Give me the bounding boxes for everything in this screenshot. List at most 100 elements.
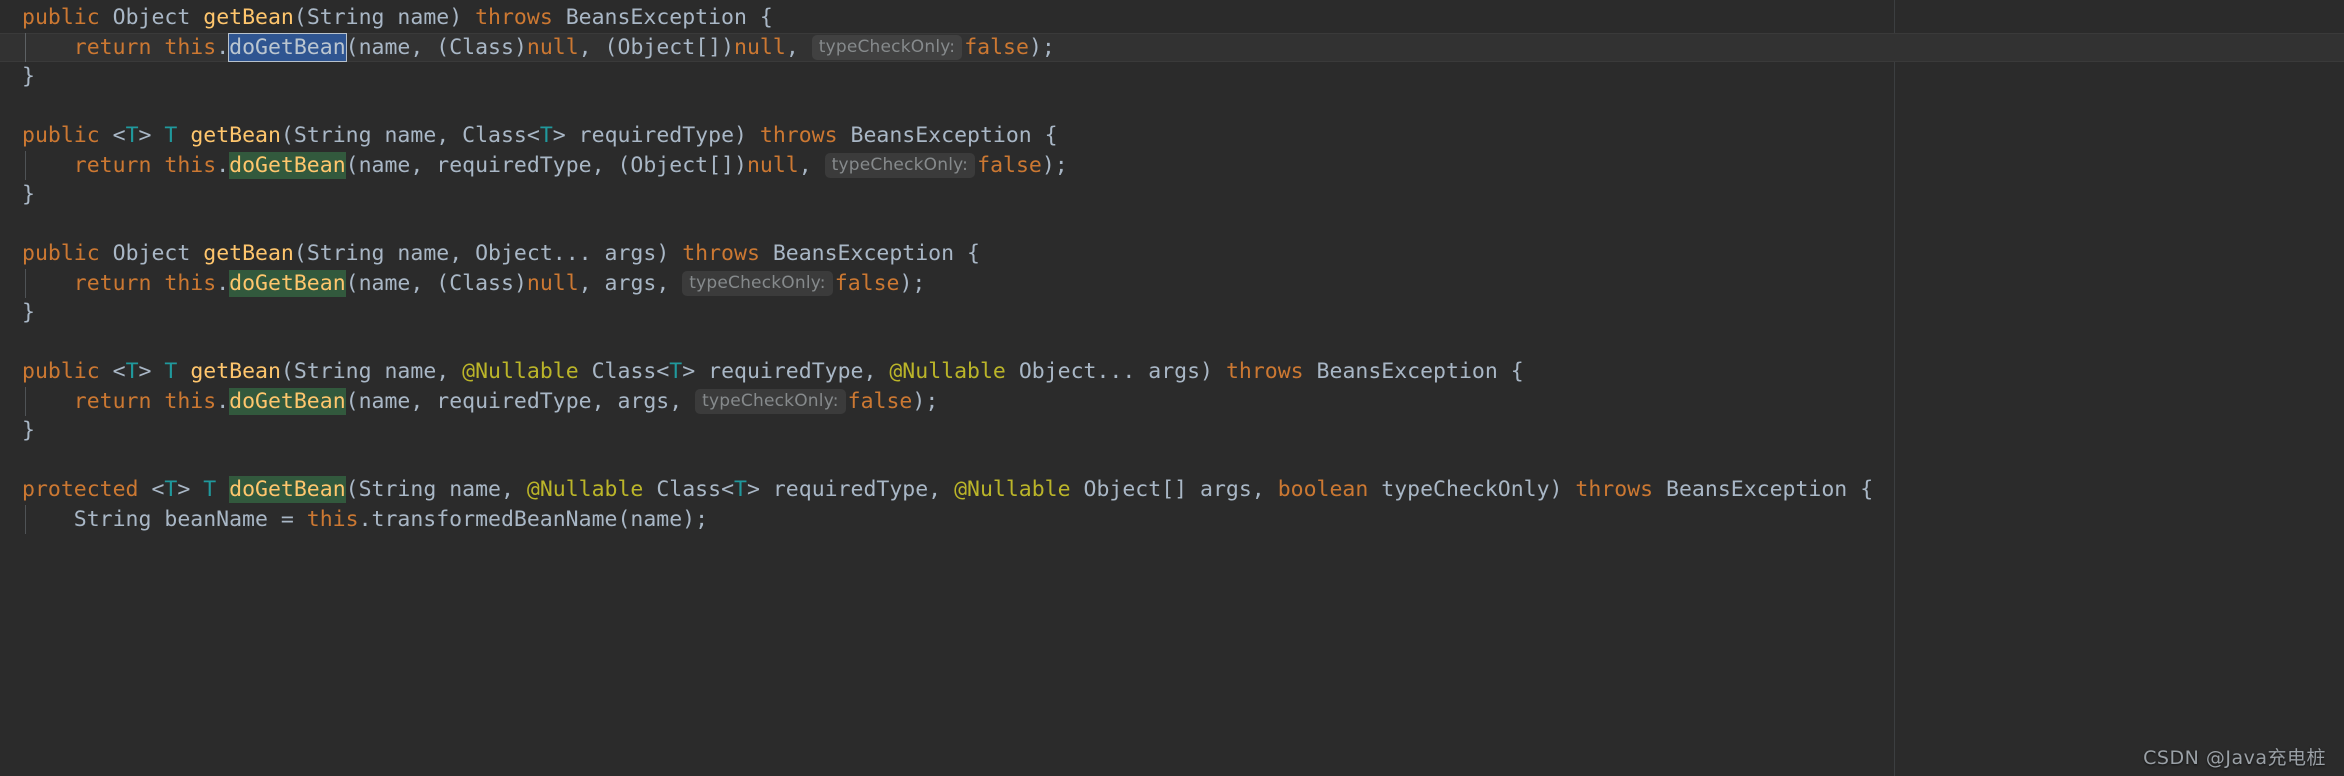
code-line[interactable]: return this.doGetBean(name, requiredType… bbox=[0, 386, 2344, 417]
code-line[interactable]: return this.doGetBean(name, (Class)null,… bbox=[0, 32, 2344, 62]
code-token: Object bbox=[1018, 359, 1097, 384]
watermark-label: CSDN @Java充电桩 bbox=[2143, 747, 2326, 769]
keyword-token: null bbox=[526, 270, 579, 296]
annotation-token: @Nullable bbox=[954, 477, 1071, 502]
annotation-token: @Nullable bbox=[889, 359, 1006, 384]
code-token: } bbox=[22, 418, 35, 443]
code-line[interactable] bbox=[0, 446, 2344, 476]
code-token: Class bbox=[462, 123, 527, 148]
inline-parameter-hint[interactable]: typeCheckOnly: bbox=[811, 34, 963, 60]
keyword-token: boolean bbox=[1277, 477, 1369, 502]
code-token: } bbox=[22, 182, 35, 207]
keyword-token: throws bbox=[1225, 359, 1304, 384]
code-token: Object bbox=[1083, 477, 1162, 502]
code-line[interactable]: return this.doGetBean(name, requiredType… bbox=[0, 150, 2344, 181]
code-line[interactable] bbox=[0, 210, 2344, 240]
code-token: [] args, bbox=[1161, 477, 1278, 502]
code-token: T bbox=[669, 359, 683, 384]
code-token: (name, requiredType, args, bbox=[345, 388, 696, 414]
code-token: } bbox=[22, 300, 35, 325]
code-line[interactable] bbox=[0, 92, 2344, 122]
code-line[interactable]: return this.doGetBean(name, (Class)null,… bbox=[0, 268, 2344, 299]
code-token: < bbox=[526, 123, 540, 148]
code-line[interactable]: } bbox=[0, 62, 2344, 92]
code-token: beanName = bbox=[151, 506, 307, 532]
code-token: BeansException { bbox=[837, 123, 1058, 148]
keyword-token: null bbox=[526, 34, 579, 60]
keyword-token: protected bbox=[22, 477, 139, 502]
usage-highlight-identifier[interactable]: doGetBean bbox=[229, 476, 346, 503]
code-line[interactable]: protected <T> T doGetBean(String name, @… bbox=[0, 475, 2344, 505]
code-token: < bbox=[138, 477, 165, 502]
code-token: ( bbox=[345, 477, 359, 502]
inline-parameter-hint[interactable]: typeCheckOnly: bbox=[824, 152, 976, 178]
code-token: BeansException { bbox=[552, 5, 773, 30]
code-token: T bbox=[125, 123, 139, 148]
keyword-token: throws bbox=[759, 123, 838, 148]
code-lines-container[interactable]: public Object getBean(String name) throw… bbox=[0, 0, 2344, 776]
code-token: > bbox=[138, 359, 165, 384]
code-token: typeCheckOnly) bbox=[1368, 477, 1576, 502]
code-token: Object bbox=[112, 241, 191, 266]
keyword-token: false bbox=[977, 152, 1042, 178]
code-line[interactable]: } bbox=[0, 298, 2344, 328]
code-line[interactable]: } bbox=[0, 180, 2344, 210]
code-line[interactable]: public <T> T getBean(String name, Class<… bbox=[0, 121, 2344, 151]
code-token: ( bbox=[280, 123, 294, 148]
code-token: ); bbox=[1028, 34, 1055, 60]
code-line[interactable]: } bbox=[0, 416, 2344, 446]
code-line[interactable]: String beanName = this.transformedBeanNa… bbox=[0, 504, 2344, 535]
code-token: name, bbox=[371, 123, 463, 148]
code-token: T bbox=[734, 477, 747, 502]
code-token: BeansException { bbox=[1303, 359, 1524, 384]
code-token: > bbox=[138, 123, 165, 148]
code-token: Class bbox=[449, 34, 514, 60]
code-line[interactable] bbox=[0, 328, 2344, 358]
code-token: > requiredType) bbox=[552, 123, 760, 148]
code-token: Object bbox=[630, 152, 709, 178]
code-token: ) bbox=[513, 270, 527, 296]
keyword-token: this bbox=[164, 152, 217, 178]
code-token: Object bbox=[475, 241, 553, 266]
code-token: ) bbox=[513, 34, 527, 60]
keyword-token: public bbox=[22, 241, 100, 266]
keyword-token: throws bbox=[475, 5, 553, 30]
usage-highlight-identifier[interactable]: doGetBean bbox=[229, 387, 346, 415]
code-token: (name, ( bbox=[345, 34, 450, 60]
inline-parameter-hint[interactable]: typeCheckOnly: bbox=[695, 388, 846, 414]
code-token: < bbox=[721, 477, 735, 502]
keyword-token: null bbox=[734, 34, 786, 60]
code-token: . bbox=[216, 152, 230, 178]
keyword-token: false bbox=[834, 270, 900, 296]
annotation-token: @Nullable bbox=[526, 477, 644, 502]
code-token: String bbox=[358, 477, 437, 502]
keyword-token: throws bbox=[682, 241, 760, 266]
code-line[interactable]: public Object getBean(String name, Objec… bbox=[0, 239, 2344, 269]
code-line[interactable]: public Object getBean(String name) throw… bbox=[0, 3, 2344, 33]
usage-highlight-identifier[interactable]: doGetBean bbox=[229, 151, 346, 179]
code-token: .transformedBeanName(name); bbox=[358, 506, 709, 532]
keyword-token: null bbox=[746, 152, 799, 178]
code-token: []) bbox=[695, 34, 735, 60]
code-line[interactable]: public <T> T getBean(String name, @Nulla… bbox=[0, 357, 2344, 387]
keyword-token: return bbox=[73, 270, 152, 296]
code-token: ( bbox=[293, 5, 307, 30]
keyword-token: this bbox=[164, 270, 217, 296]
code-token: , args, bbox=[578, 270, 683, 296]
usage-highlight-identifier[interactable]: doGetBean bbox=[229, 269, 346, 297]
keyword-token: throws bbox=[1575, 477, 1654, 502]
selected-identifier[interactable]: doGetBean bbox=[228, 32, 347, 62]
code-token: Class bbox=[591, 359, 657, 384]
code-editor[interactable]: public Object getBean(String name) throw… bbox=[0, 0, 2344, 776]
inline-parameter-hint[interactable]: typeCheckOnly: bbox=[682, 270, 833, 296]
